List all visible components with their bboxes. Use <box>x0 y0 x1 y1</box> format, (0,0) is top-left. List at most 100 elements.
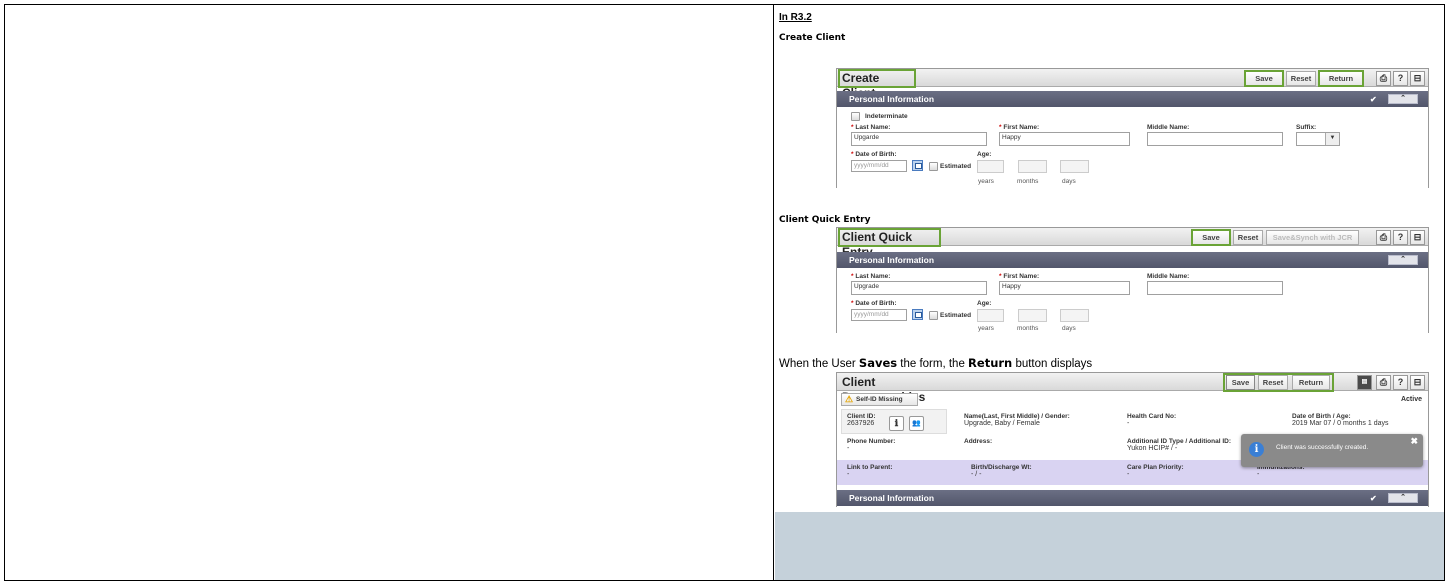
age-label: Age: <box>977 300 992 307</box>
middle-name-input[interactable] <box>1147 132 1283 146</box>
explanatory-sentence: When the User Saves the form, the Return… <box>779 356 1093 370</box>
suffix-label: Suffix: <box>1296 124 1317 131</box>
calendar-icon[interactable] <box>912 309 923 320</box>
toolbar: Create Client Save Reset Return ⎙ ? ⊟ <box>837 68 1428 100</box>
document-table: In R3.2 Create Client Create Client Save… <box>4 4 1445 581</box>
help-icon[interactable]: ? <box>1393 230 1408 245</box>
chevron-up-icon[interactable]: ⌃ <box>1388 255 1418 265</box>
first-name-label: * First Name: <box>999 124 1040 131</box>
age-days-field <box>1060 160 1089 173</box>
page-title: Client Quick Entry <box>838 228 941 259</box>
estimated-label: Estimated <box>940 163 972 170</box>
dob-input[interactable]: yyyy/mm/dd <box>851 309 907 321</box>
dob-age-value: 2019 Mar 07 / 0 months 1 days <box>1292 420 1389 427</box>
estimated-checkbox[interactable] <box>929 311 938 320</box>
info-icon: i <box>1249 442 1264 457</box>
chevron-up-icon[interactable]: ⌃ <box>1388 493 1418 503</box>
collapse-all-icon[interactable]: ⊟ <box>1410 375 1425 390</box>
last-name-input[interactable]: Upgrade <box>851 281 987 295</box>
family-icon[interactable]: 👥 <box>909 416 924 431</box>
indeterminate-checkbox[interactable] <box>851 112 860 121</box>
client-id-value: 2637926 <box>847 420 875 427</box>
check-icon: ✔ <box>1370 95 1377 104</box>
info-icon[interactable]: ℹ <box>889 416 904 431</box>
years-label: years <box>978 178 994 185</box>
last-name-input[interactable]: Upgarde <box>851 132 987 146</box>
section-title: Personal Information <box>849 493 935 503</box>
chevron-up-icon[interactable]: ⌃ <box>1388 94 1418 104</box>
personal-information-header[interactable]: Personal Information ✔ ⌃ <box>837 490 1428 506</box>
personal-information-header[interactable]: Personal Information ⌃ <box>837 252 1428 268</box>
save-button[interactable]: Save <box>1244 70 1284 87</box>
demographics-row-1: Client ID: 2637926 ℹ 👥 Name(Last, First … <box>837 409 1428 434</box>
immunizations-value: - <box>1257 471 1260 478</box>
collapse-all-icon[interactable]: ⊟ <box>1410 71 1425 86</box>
page-title: Client Demographics <box>842 375 925 404</box>
health-card-value: - <box>1127 420 1130 427</box>
help-icon[interactable]: ? <box>1393 71 1408 86</box>
birth-wt-value: - / - <box>971 471 982 478</box>
chevron-down-icon: ▼ <box>1325 133 1339 145</box>
dob-age-label: Date of Birth / Age: <box>1292 413 1351 420</box>
age-years-field <box>977 309 1004 322</box>
care-plan-value: - <box>1127 471 1130 478</box>
client-demographics-panel: Client Demographics Save Reset Return ▤ … <box>836 372 1429 507</box>
toolbar: Client Demographics Save Reset Return ▤ … <box>837 372 1428 404</box>
health-card-label: Health Card No: <box>1127 413 1177 420</box>
close-icon[interactable]: ✖ <box>1410 436 1418 447</box>
years-label: years <box>978 325 994 332</box>
calendar-icon[interactable] <box>912 160 923 171</box>
print-icon[interactable]: ⎙ <box>1376 71 1391 86</box>
first-name-label: * First Name: <box>999 273 1040 280</box>
highlight-box <box>1223 373 1334 392</box>
middle-name-label: Middle Name: <box>1147 124 1190 131</box>
log-icon[interactable]: ▤ <box>1357 375 1372 390</box>
age-years-field <box>977 160 1004 173</box>
page-title: Create Client <box>838 69 916 100</box>
save-synch-button: Save&Synch with JCR <box>1266 230 1359 245</box>
address-label: Address: <box>964 438 993 445</box>
section-title: Personal Information <box>849 94 935 104</box>
middle-name-label: Middle Name: <box>1147 273 1190 280</box>
first-name-input[interactable]: Happy <box>999 132 1130 146</box>
right-cell-content: In R3.2 Create Client Create Client Save… <box>775 5 1444 512</box>
dob-input[interactable]: yyyy/mm/dd <box>851 160 907 172</box>
age-months-field <box>1018 309 1047 322</box>
dob-label: * Date of Birth: <box>851 300 897 307</box>
quick-entry-panel: Client Quick Entry Save Reset Save&Synch… <box>836 227 1429 333</box>
collapse-all-icon[interactable]: ⊟ <box>1410 230 1425 245</box>
self-id-warning-button[interactable]: ⚠ Self-ID Missing <box>841 393 918 406</box>
reset-button[interactable]: Reset <box>1286 71 1316 86</box>
phone-label: Phone Number: <box>847 438 896 445</box>
return-button[interactable]: Return <box>1318 70 1364 87</box>
print-icon[interactable]: ⎙ <box>1376 375 1391 390</box>
additional-id-value: Yukon HCIP# / - <box>1127 445 1178 452</box>
dob-label: * Date of Birth: <box>851 151 897 158</box>
age-label: Age: <box>977 151 992 158</box>
link-to-parent-value: - <box>847 471 850 478</box>
success-toast: i Client was successfully created. ✖ <box>1241 434 1423 467</box>
status-badge: Active <box>1400 396 1422 403</box>
suffix-select[interactable]: ▼ <box>1296 132 1340 146</box>
toolbar: Client Quick Entry Save Reset Save&Synch… <box>837 227 1428 259</box>
section-title-quick-entry: Client Quick Entry <box>779 215 871 225</box>
name-value: Upgrade, Baby / Female <box>964 420 1040 427</box>
release-heading: In R3.2 <box>779 12 812 23</box>
print-icon[interactable]: ⎙ <box>1376 230 1391 245</box>
days-label: days <box>1062 325 1076 332</box>
section-title-create-client: Create Client <box>779 33 846 43</box>
middle-name-input[interactable] <box>1147 281 1283 295</box>
reset-button[interactable]: Reset <box>1233 230 1263 245</box>
indeterminate-label: Indeterminate <box>865 113 908 120</box>
months-label: months <box>1017 178 1039 185</box>
save-button[interactable]: Save <box>1191 229 1231 246</box>
client-id-label: Client ID: <box>847 413 876 420</box>
first-name-input[interactable]: Happy <box>999 281 1130 295</box>
estimated-label: Estimated <box>940 312 972 319</box>
days-label: days <box>1062 178 1076 185</box>
last-name-label: * Last Name: <box>851 273 891 280</box>
estimated-checkbox[interactable] <box>929 162 938 171</box>
personal-information-header[interactable]: Personal Information ✔ ⌃ <box>837 91 1428 107</box>
right-cell: In R3.2 Create Client Create Client Save… <box>775 5 1444 580</box>
help-icon[interactable]: ? <box>1393 375 1408 390</box>
